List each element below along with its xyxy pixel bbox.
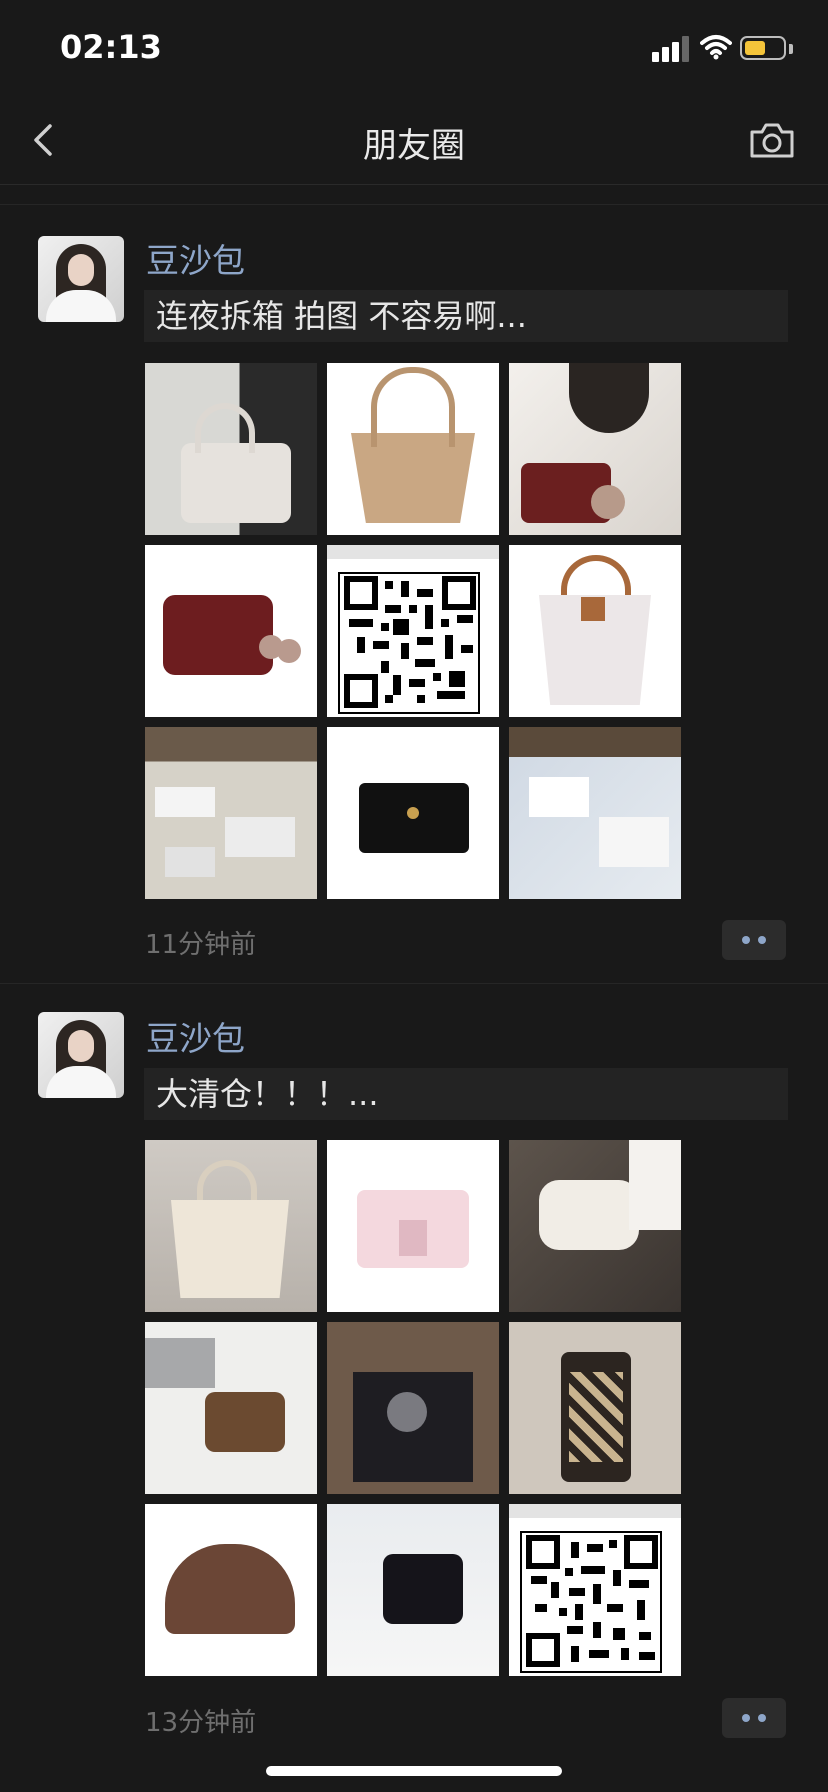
wifi-icon	[700, 35, 732, 60]
photo-thumbnail[interactable]	[509, 727, 681, 899]
photo-thumbnail[interactable]	[145, 545, 317, 717]
avatar[interactable]	[38, 1012, 124, 1098]
nav-bar: 朋友圈	[0, 96, 828, 185]
photo-thumbnail[interactable]	[327, 727, 499, 899]
photo-grid	[145, 1140, 683, 1678]
photo-thumbnail[interactable]	[509, 1140, 681, 1312]
photo-thumbnail[interactable]	[145, 727, 317, 899]
more-button[interactable]	[722, 920, 786, 960]
photo-thumbnail[interactable]	[145, 363, 317, 535]
photo-thumbnail[interactable]	[509, 1322, 681, 1494]
photo-thumbnail[interactable]	[327, 363, 499, 535]
post-divider	[0, 204, 828, 205]
photo-thumbnail[interactable]	[509, 363, 681, 535]
battery-icon	[740, 36, 786, 60]
photo-thumbnail[interactable]	[145, 1140, 317, 1312]
status-time: 02:13	[60, 28, 162, 66]
signal-icon	[652, 36, 692, 62]
timestamp: 11分钟前	[145, 930, 257, 960]
timestamp: 13分钟前	[145, 1708, 257, 1738]
qr-code-image[interactable]	[509, 1504, 681, 1676]
photo-thumbnail[interactable]	[327, 1322, 499, 1494]
post-divider	[0, 983, 828, 984]
status-bar: 02:13	[0, 0, 828, 96]
post-text[interactable]: 大清仓！！！...	[144, 1068, 788, 1120]
photo-thumbnail[interactable]	[145, 1322, 317, 1494]
post-text[interactable]: 连夜拆箱 拍图 不容易啊...	[144, 290, 788, 342]
battery-cap	[789, 44, 793, 54]
photo-thumbnail[interactable]	[327, 1140, 499, 1312]
qr-code-image[interactable]	[327, 545, 499, 717]
photo-thumbnail[interactable]	[327, 1504, 499, 1676]
photo-thumbnail[interactable]	[145, 1504, 317, 1676]
home-indicator[interactable]	[266, 1766, 562, 1776]
page-title: 朋友圈	[363, 126, 465, 166]
more-button[interactable]	[722, 1698, 786, 1738]
photo-grid	[145, 363, 683, 901]
author-name[interactable]: 豆沙包	[146, 234, 245, 282]
author-name[interactable]: 豆沙包	[146, 1012, 245, 1060]
photo-thumbnail[interactable]	[509, 545, 681, 717]
avatar[interactable]	[38, 236, 124, 322]
camera-icon[interactable]	[748, 120, 796, 160]
